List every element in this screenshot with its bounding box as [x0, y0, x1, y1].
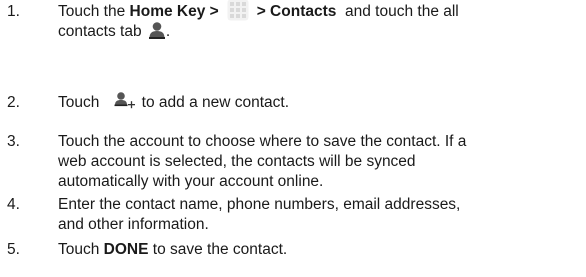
- home-key-label: Home Key >: [129, 3, 219, 20]
- step-number: 3.: [7, 133, 20, 150]
- step-number: 1.: [7, 3, 20, 20]
- step-line: Touch DONE to save the contact.: [58, 240, 584, 260]
- step-number: 4.: [7, 196, 20, 213]
- text-segment: Touch: [58, 241, 104, 258]
- step-line: and other information.: [58, 216, 209, 233]
- step-text: Enter the contact name, phone numbers, e…: [58, 195, 584, 235]
- step-line: Touch the Home Key > > Contacts and touc…: [58, 0, 584, 22]
- step-number: 2.: [7, 94, 20, 111]
- step-line: web account is selected, the contacts wi…: [58, 153, 416, 170]
- step-line: Enter the contact name, phone numbers, e…: [58, 196, 461, 213]
- text-segment: Touch: [58, 94, 104, 111]
- text-segment: to add a new contact.: [141, 94, 290, 111]
- text-segment: .: [165, 23, 171, 40]
- add-person-icon: [114, 91, 136, 109]
- step-number: 5.: [7, 241, 20, 258]
- step-text: Touch the Home Key > > Contacts and touc…: [58, 0, 584, 42]
- step-line: automatically with your account online.: [58, 173, 324, 190]
- text-segment: contacts tab: [58, 23, 146, 40]
- apps-grid-icon: [227, 0, 249, 21]
- step-line: Touch to add a new contact.: [58, 91, 584, 113]
- step-text: Touch to add a new contact.: [58, 91, 584, 113]
- step-line: Touch the account to choose where to sav…: [58, 133, 467, 150]
- text-segment: Touch the: [58, 3, 130, 20]
- step-text: Touch DONE to save the contact.: [58, 240, 584, 260]
- step-text: Touch the account to choose where to sav…: [58, 132, 584, 192]
- text-segment: and touch the all: [336, 3, 459, 20]
- done-label: DONE: [103, 241, 149, 258]
- step-line: contacts tab .: [58, 22, 584, 42]
- text-segment: to save the contact.: [148, 241, 288, 258]
- person-icon: [148, 21, 166, 39]
- contacts-label: > Contacts: [256, 3, 337, 20]
